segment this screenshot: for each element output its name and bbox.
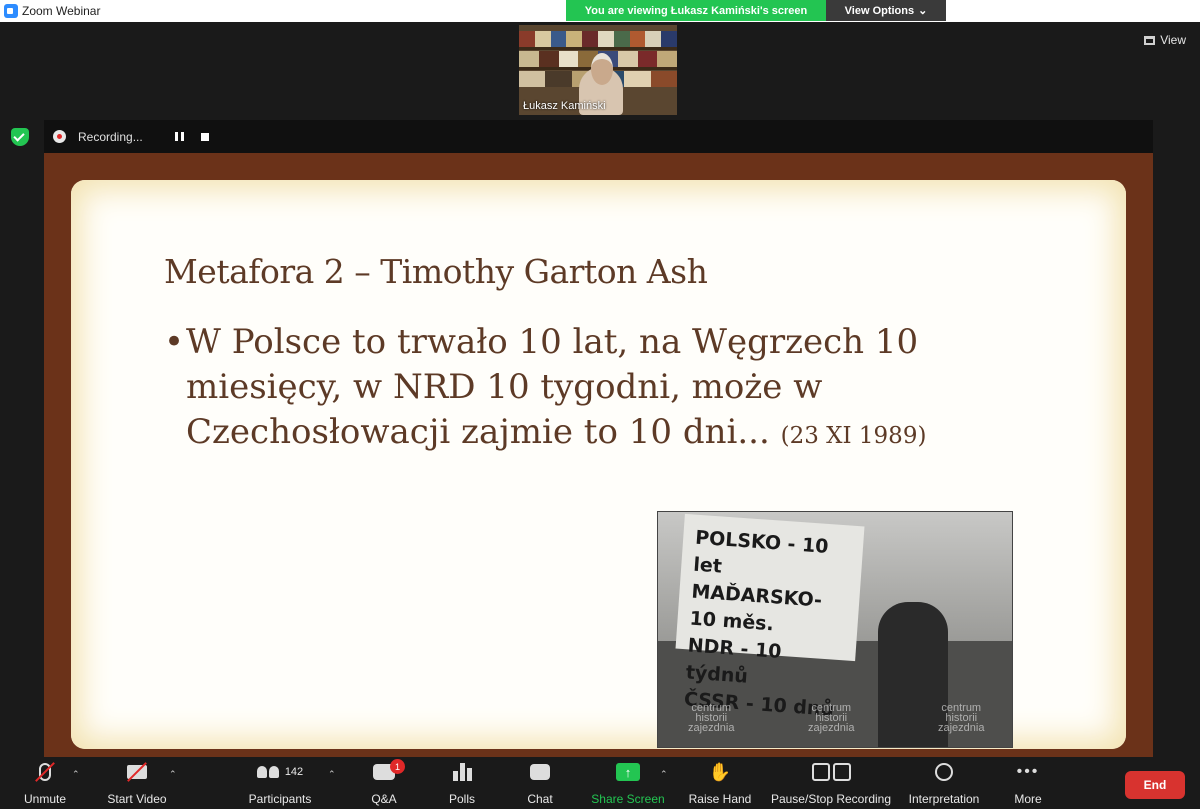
slide-photo: POLSKO - 10 let MAĎARSKO-10 měs. NDR - 1… [657, 511, 1013, 748]
slide-title: Metafora 2 – Timothy Garton Ash [164, 252, 708, 291]
view-options-label: View Options [844, 4, 915, 17]
view-label: View [1160, 33, 1186, 47]
chevron-down-icon: ⌄ [918, 5, 928, 17]
pause-stop-icon [811, 763, 851, 781]
slide-bullet: • W Polsce to trwało 10 lat, na Węgrzech… [164, 320, 984, 459]
grid-icon [1144, 35, 1156, 45]
window-title: Zoom Webinar [22, 4, 101, 18]
watermark-line: zajezdnia [808, 722, 855, 734]
qa-badge: 1 [390, 759, 405, 774]
unmute-label: Unmute [23, 792, 67, 806]
presentation-slide: Metafora 2 – Timothy Garton Ash • W Pols… [71, 180, 1126, 749]
bullet-date: (23 XI 1989) [780, 423, 927, 449]
share-screen-label: Share Screen [591, 792, 665, 806]
raise-hand-label: Raise Hand [688, 792, 752, 806]
meeting-toolbar: Unmute ⌃ Start Video ⌃ 142 Participants … [0, 757, 1200, 809]
bookshelf-row [519, 31, 677, 47]
recording-indicator-icon [53, 130, 66, 143]
polls-label: Polls [448, 792, 475, 806]
stop-recording-icon[interactable] [200, 132, 209, 141]
hand-icon: ✋ [708, 761, 732, 782]
participants-icon [256, 766, 279, 778]
interpretation-button[interactable]: Interpretation [904, 757, 984, 809]
more-button[interactable]: ••• More [1010, 757, 1046, 809]
start-video-label: Start Video [107, 792, 167, 806]
photo-watermark: centrum historii zajezdnia [938, 703, 985, 734]
bullet-content: W Polsce to trwało 10 lat, na Węgrzech 1… [186, 320, 984, 459]
share-screen-button[interactable]: ↑ Share Screen [591, 757, 665, 809]
chat-label: Chat [527, 792, 553, 806]
participants-count: 142 [284, 766, 304, 778]
participants-options-caret[interactable]: ⌃ [328, 769, 336, 780]
participants-label: Participants [248, 792, 312, 806]
shelf-divider [519, 47, 677, 50]
more-dots-icon: ••• [1016, 763, 1040, 780]
speaker-name: Łukasz Kamiński [523, 100, 606, 112]
photo-watermark: centrum historii zajezdnia [688, 703, 735, 734]
chat-button[interactable]: Chat [522, 757, 558, 809]
qa-label: Q&A [371, 792, 397, 806]
viewing-banner: You are viewing Łukasz Kamiński's screen… [566, 0, 946, 21]
watermark-line: zajezdnia [938, 722, 985, 734]
photo-watermark: centrum historii zajezdnia [808, 703, 855, 734]
view-layout-button[interactable]: View [1144, 33, 1186, 47]
video-options-caret[interactable]: ⌃ [169, 769, 177, 780]
shared-screen: Metafora 2 – Timothy Garton Ash • W Pols… [44, 153, 1153, 757]
polls-icon [452, 763, 472, 781]
pause-stop-recording-label: Pause/Stop Recording [770, 792, 892, 806]
share-options-caret[interactable]: ⌃ [660, 769, 668, 780]
view-options-button[interactable]: View Options ⌄ [826, 0, 946, 21]
chat-icon [530, 764, 550, 780]
audio-options-caret[interactable]: ⌃ [72, 769, 80, 780]
photo-banner: POLSKO - 10 let MAĎARSKO-10 měs. NDR - 1… [675, 513, 865, 721]
polls-button[interactable]: Polls [444, 757, 480, 809]
security-shield-icon[interactable] [11, 128, 29, 146]
more-label: More [1014, 792, 1042, 806]
qa-button[interactable]: 1 Q&A [366, 757, 405, 809]
watermark-line: zajezdnia [688, 722, 735, 734]
globe-icon [935, 763, 953, 781]
recording-bar: Recording... [44, 120, 1153, 153]
speaker-video-thumbnail[interactable]: Łukasz Kamiński [519, 25, 677, 115]
share-screen-icon: ↑ [616, 763, 640, 781]
pause-recording-icon[interactable] [174, 132, 184, 141]
recording-label: Recording... [78, 129, 143, 144]
interpretation-label: Interpretation [908, 792, 980, 806]
bullet-glyph: • [164, 322, 185, 362]
unmute-button[interactable]: Unmute [22, 757, 68, 809]
pause-stop-recording-button[interactable]: Pause/Stop Recording [770, 757, 892, 809]
participants-button[interactable]: 142 Participants [246, 757, 314, 809]
raise-hand-button[interactable]: ✋ Raise Hand [688, 757, 752, 809]
start-video-button[interactable]: Start Video [104, 757, 170, 809]
zoom-app-icon [4, 4, 18, 18]
viewing-message: You are viewing Łukasz Kamiński's screen [566, 0, 826, 21]
end-button[interactable]: End [1125, 771, 1185, 799]
